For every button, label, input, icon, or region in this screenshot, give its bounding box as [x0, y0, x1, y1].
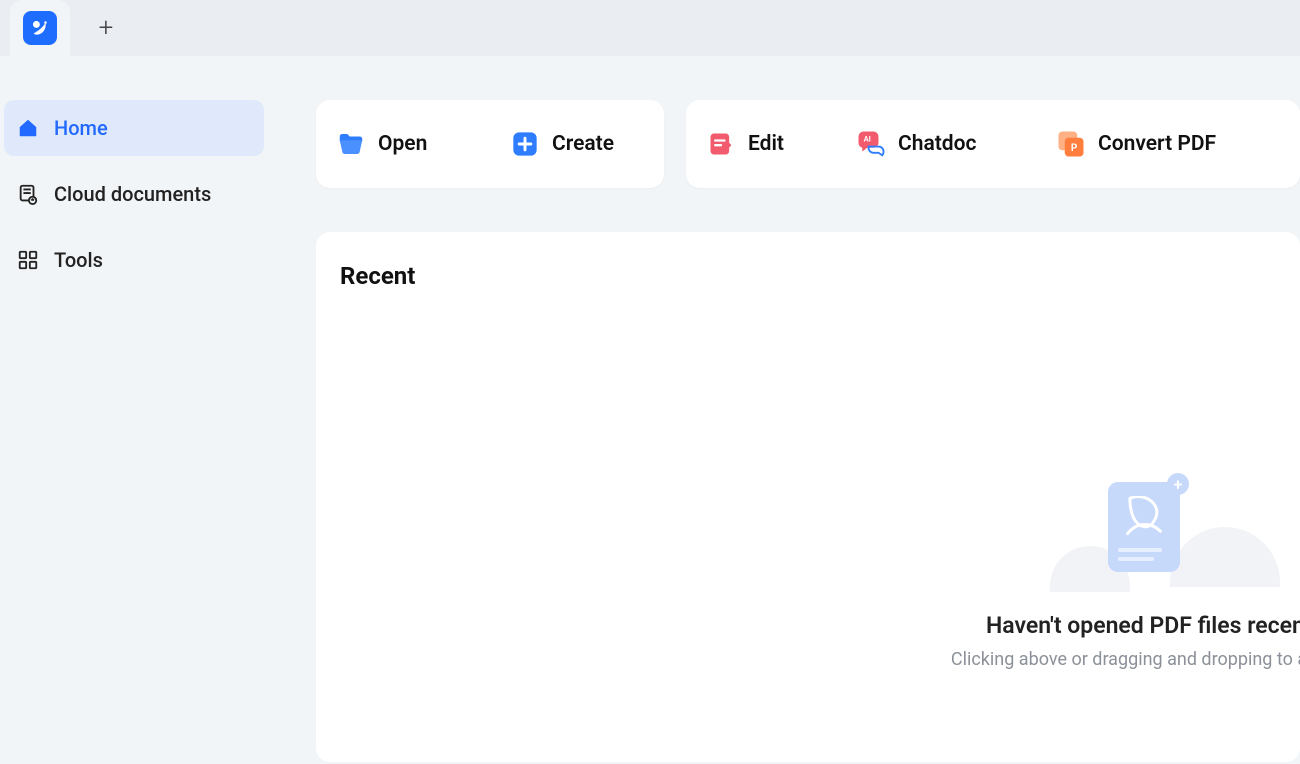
- tools-icon: [16, 248, 40, 272]
- action-label: Create: [552, 132, 614, 156]
- home-icon: [16, 116, 40, 140]
- svg-text:AI: AI: [864, 135, 871, 144]
- sidebar-item-tools[interactable]: Tools: [4, 232, 264, 288]
- open-button[interactable]: Open: [316, 100, 490, 188]
- recent-panel: Recent + Haven't opened PDF: [316, 232, 1300, 762]
- folder-open-icon: [336, 129, 366, 159]
- main-content: Open Create Edit: [272, 56, 1300, 764]
- svg-text:P: P: [1071, 143, 1078, 154]
- cloud-documents-icon: [16, 182, 40, 206]
- recent-empty-state[interactable]: + Haven't opened PDF files recently Clic…: [798, 482, 1300, 670]
- action-row: Open Create Edit: [316, 100, 1300, 188]
- action-label: Edit: [748, 132, 784, 156]
- plus-icon: +: [99, 13, 114, 43]
- action-card-tools: Edit AI Chatdoc: [686, 100, 1300, 188]
- action-label: Convert PDF: [1098, 132, 1216, 156]
- new-tab-button[interactable]: +: [88, 10, 124, 46]
- app-logo-icon: [23, 11, 57, 45]
- create-plus-icon: [510, 129, 540, 159]
- recent-title: Recent: [340, 262, 1276, 290]
- action-label: Open: [378, 132, 427, 156]
- chatdoc-icon: AI: [856, 129, 886, 159]
- chatdoc-button[interactable]: AI Chatdoc: [836, 100, 1036, 188]
- empty-heading: Haven't opened PDF files recently: [798, 612, 1300, 639]
- convert-pdf-icon: P: [1056, 129, 1086, 159]
- empty-illustration: +: [1058, 482, 1258, 592]
- pdf-add-icon: +: [1108, 482, 1180, 572]
- action-label: Chatdoc: [898, 132, 976, 156]
- action-card-file: Open Create: [316, 100, 664, 188]
- sidebar-item-label: Home: [54, 116, 108, 140]
- titlebar: +: [0, 0, 1300, 56]
- sidebar-item-label: Cloud documents: [54, 182, 211, 206]
- sidebar-item-cloud-documents[interactable]: Cloud documents: [4, 166, 264, 222]
- create-button[interactable]: Create: [490, 100, 664, 188]
- sidebar: Home Cloud documents Tools: [0, 56, 272, 764]
- edit-button[interactable]: Edit: [686, 100, 836, 188]
- sidebar-item-label: Tools: [54, 248, 103, 272]
- convert-pdf-button[interactable]: P Convert PDF: [1036, 100, 1300, 188]
- tab-app-home[interactable]: [10, 0, 70, 56]
- empty-subtext: Clicking above or dragging and dropping …: [798, 649, 1300, 670]
- sidebar-item-home[interactable]: Home: [4, 100, 264, 156]
- edit-document-icon: [706, 129, 736, 159]
